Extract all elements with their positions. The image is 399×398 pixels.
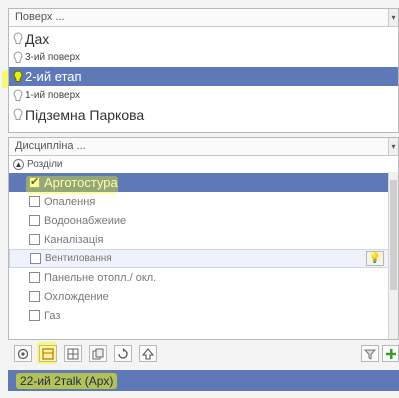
- lightbulb-toggle-icon[interactable]: 💡: [366, 251, 384, 266]
- discipline-item-panel-heating[interactable]: Панельне отопл./ окл.: [9, 268, 398, 287]
- floor-item-2-selected[interactable]: 2-ий етап: [9, 67, 398, 86]
- floor-item-1[interactable]: 1-ий поверх: [9, 86, 398, 105]
- discipline-item-label: Вентиловання: [45, 253, 112, 264]
- arrow-up-icon: [142, 347, 154, 360]
- floor-item-label: Підземна Паркова: [25, 106, 145, 123]
- checkbox[interactable]: [29, 234, 40, 245]
- lightbulb-icon: [13, 107, 23, 120]
- lightbulb-icon: [13, 50, 23, 63]
- discipline-group[interactable]: ▲ Розділи: [9, 156, 398, 173]
- add-button[interactable]: [382, 345, 399, 362]
- discipline-item-label: Каналізація: [44, 233, 104, 246]
- chevron-down-icon[interactable]: ▾: [388, 138, 398, 155]
- discipline-item-label: Газ: [44, 309, 61, 322]
- up-button[interactable]: [139, 345, 157, 362]
- rotate-button[interactable]: [114, 345, 132, 362]
- floorplan-button[interactable]: [39, 345, 57, 362]
- reset-view-button[interactable]: [14, 345, 32, 362]
- floor-item-label: 3-ий поверх: [25, 52, 81, 63]
- highlight-architecture: [26, 176, 118, 194]
- filter-button[interactable]: [361, 345, 379, 362]
- chevron-down-icon[interactable]: ▾: [388, 9, 398, 26]
- scrollbar[interactable]: [388, 172, 398, 339]
- checkbox[interactable]: [29, 215, 40, 226]
- discipline-dropdown[interactable]: Дисципліна ... ▾: [9, 138, 398, 156]
- floor-item-parking[interactable]: Підземна Паркова: [9, 105, 398, 124]
- floor-item-label: 1-ий поверх: [25, 90, 81, 101]
- floorplan-icon: [42, 347, 54, 360]
- floor-item-3[interactable]: 3-ий поверх: [9, 48, 398, 67]
- discipline-item-label: Опалення: [44, 195, 96, 208]
- grid-icon: [67, 348, 79, 359]
- discipline-item-cooling[interactable]: Охлождение: [9, 287, 398, 306]
- status-bar[interactable]: 22-ий 2таlk (Арх): [8, 370, 399, 391]
- floor-item-label: 2-ий етап: [25, 69, 82, 84]
- checkbox[interactable]: [29, 291, 40, 302]
- lightbulb-icon: [13, 88, 23, 101]
- floor-item-roof[interactable]: Дах: [9, 29, 398, 48]
- floor-dropdown-label: Поверх ...: [15, 11, 65, 23]
- target-icon: [17, 348, 29, 359]
- collapse-icon[interactable]: ▲: [13, 159, 24, 170]
- checkbox[interactable]: [29, 196, 40, 207]
- discipline-item-gas[interactable]: Газ: [9, 306, 398, 325]
- discipline-item-label: Водоонабжеиие: [44, 214, 127, 227]
- scrollbar-thumb[interactable]: [390, 180, 397, 290]
- checkbox[interactable]: [29, 272, 40, 283]
- discipline-panel: Дисципліна ... ▾ ▲ Розділи Арготостура О…: [8, 137, 399, 340]
- layout-button[interactable]: [64, 345, 82, 362]
- discipline-item-label: Охлождение: [44, 290, 109, 303]
- discipline-item-label: Панельне отопл./ окл.: [44, 271, 157, 284]
- floor-dropdown[interactable]: Поверх ... ▾: [9, 9, 398, 27]
- filter-icon: [364, 349, 376, 360]
- plus-icon: [385, 348, 396, 359]
- floor-panel: Поверх ... ▾ Дах 3-ий поверх 2-ий етап 1…: [8, 8, 399, 133]
- copy-icon: [92, 348, 104, 359]
- rotate-icon: [118, 347, 128, 359]
- lightbulb-on-icon: [13, 69, 23, 82]
- discipline-item-heating[interactable]: Опалення: [9, 192, 398, 211]
- discipline-dropdown-label: Дисципліна ...: [15, 140, 86, 152]
- group-label: Розділи: [27, 159, 63, 170]
- lightbulb-icon: [13, 31, 23, 44]
- status-text: 22-ий 2таlk (Арх): [16, 372, 118, 389]
- discipline-item-water[interactable]: Водоонабжеиие: [9, 211, 398, 230]
- checkbox[interactable]: [30, 253, 41, 264]
- copy-button[interactable]: [89, 345, 107, 362]
- discipline-item-ventilation[interactable]: Вентиловання 💡: [9, 249, 389, 268]
- floor-item-label: Дах: [25, 30, 50, 47]
- discipline-item-sewer[interactable]: Каналізація: [9, 230, 398, 249]
- checkbox[interactable]: [29, 310, 40, 321]
